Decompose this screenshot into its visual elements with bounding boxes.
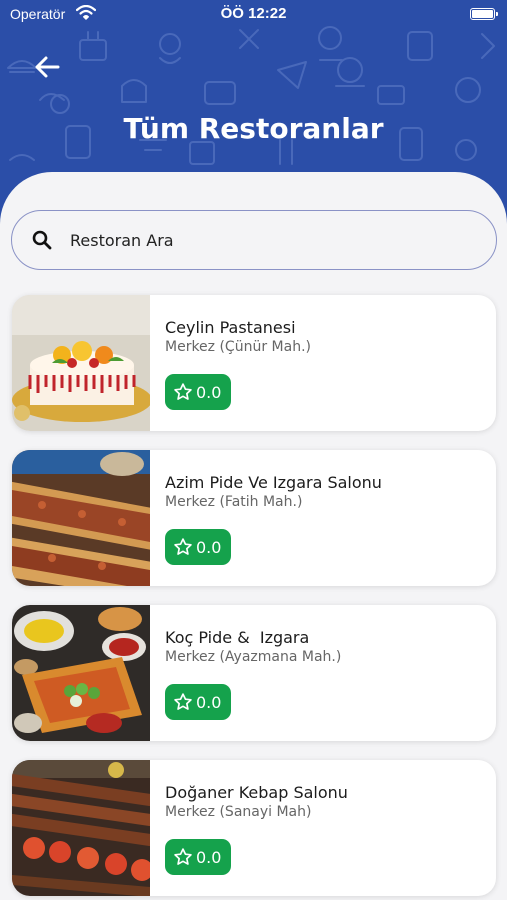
restaurant-card[interactable]: Koç Pide & Izgara Merkez (Ayazmana Mah.)… [12, 605, 496, 741]
restaurant-address: Merkez (Sanayi Mah) [165, 804, 312, 820]
status-time: ÖÖ 12:22 [220, 5, 287, 22]
star-icon [174, 538, 192, 555]
restaurant-name: Azim Pide Ve Izgara Salonu [165, 473, 382, 492]
restaurant-name: Koç Pide & Izgara [165, 628, 310, 647]
rating-value: 0.0 [196, 538, 222, 557]
restaurant-address: Merkez (Fatih Mah.) [165, 494, 303, 510]
restaurant-name: Ceylin Pastanesi [165, 318, 296, 337]
page-title: Tüm Restoranlar [123, 112, 384, 145]
restaurant-card[interactable]: Ceylin Pastanesi Merkez (Çünür Mah.) 0.0 [12, 295, 496, 431]
restaurant-image [12, 295, 150, 431]
status-bar: Operatör ÖÖ 12:22 [0, 0, 507, 30]
rating-value: 0.0 [196, 848, 222, 867]
rating-badge: 0.0 [165, 529, 231, 565]
restaurant-image [12, 605, 150, 741]
back-button[interactable] [30, 52, 64, 82]
rating-badge: 0.0 [165, 839, 231, 875]
restaurant-card[interactable]: Doğaner Kebap Salonu Merkez (Sanayi Mah)… [12, 760, 496, 896]
search-bar[interactable] [11, 210, 497, 270]
restaurant-image [12, 450, 150, 586]
restaurant-name: Doğaner Kebap Salonu [165, 783, 348, 802]
restaurant-card[interactable]: Azim Pide Ve Izgara Salonu Merkez (Fatih… [12, 450, 496, 586]
rating-value: 0.0 [196, 693, 222, 712]
star-icon [174, 848, 192, 865]
search-icon [32, 230, 52, 250]
search-input[interactable] [70, 225, 470, 255]
rating-badge: 0.0 [165, 684, 231, 720]
star-icon [174, 383, 192, 400]
restaurant-image [12, 760, 150, 896]
back-arrow-icon [35, 56, 60, 78]
content-panel: Ceylin Pastanesi Merkez (Çünür Mah.) 0.0… [0, 172, 507, 900]
star-icon [174, 693, 192, 710]
restaurant-address: Merkez (Ayazmana Mah.) [165, 649, 342, 665]
battery-icon [470, 8, 498, 20]
rating-badge: 0.0 [165, 374, 231, 410]
restaurant-address: Merkez (Çünür Mah.) [165, 339, 311, 355]
rating-value: 0.0 [196, 383, 222, 402]
